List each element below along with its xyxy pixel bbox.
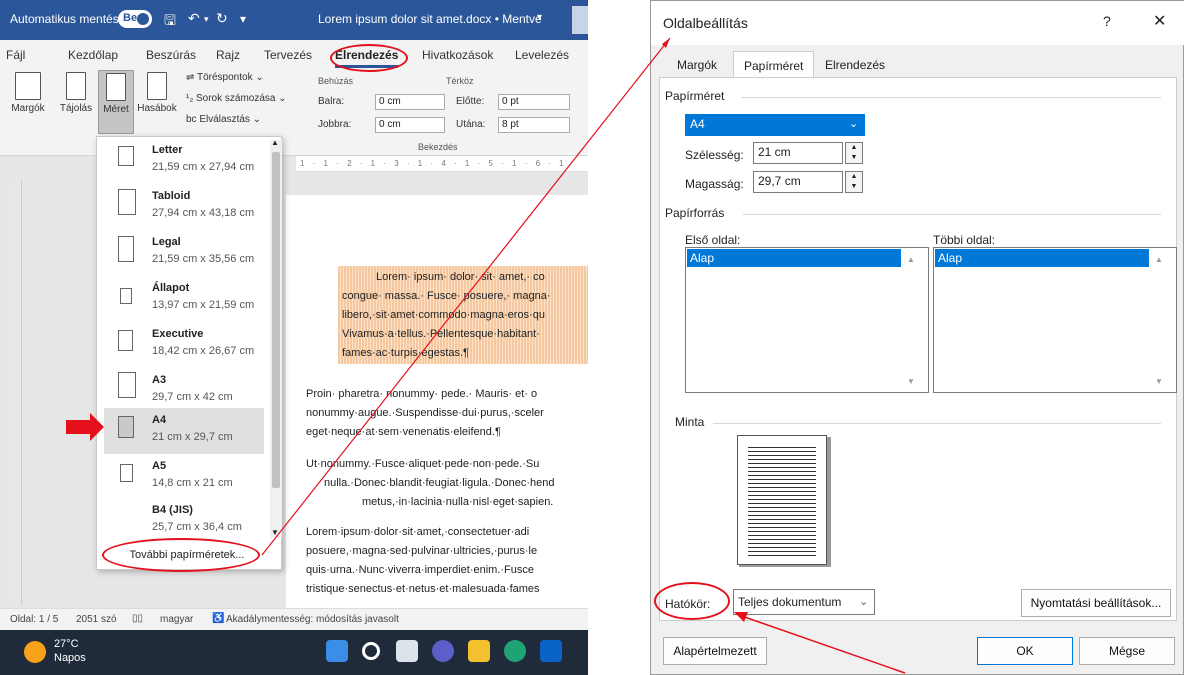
annotation-arrowhead: [734, 612, 748, 622]
annotation-line-more-to-dialog: [261, 37, 671, 556]
annotation-lines: [261, 37, 906, 674]
tab-paper[interactable]: Papírméret: [733, 51, 815, 77]
annotation-line-apply-to: [735, 613, 906, 674]
